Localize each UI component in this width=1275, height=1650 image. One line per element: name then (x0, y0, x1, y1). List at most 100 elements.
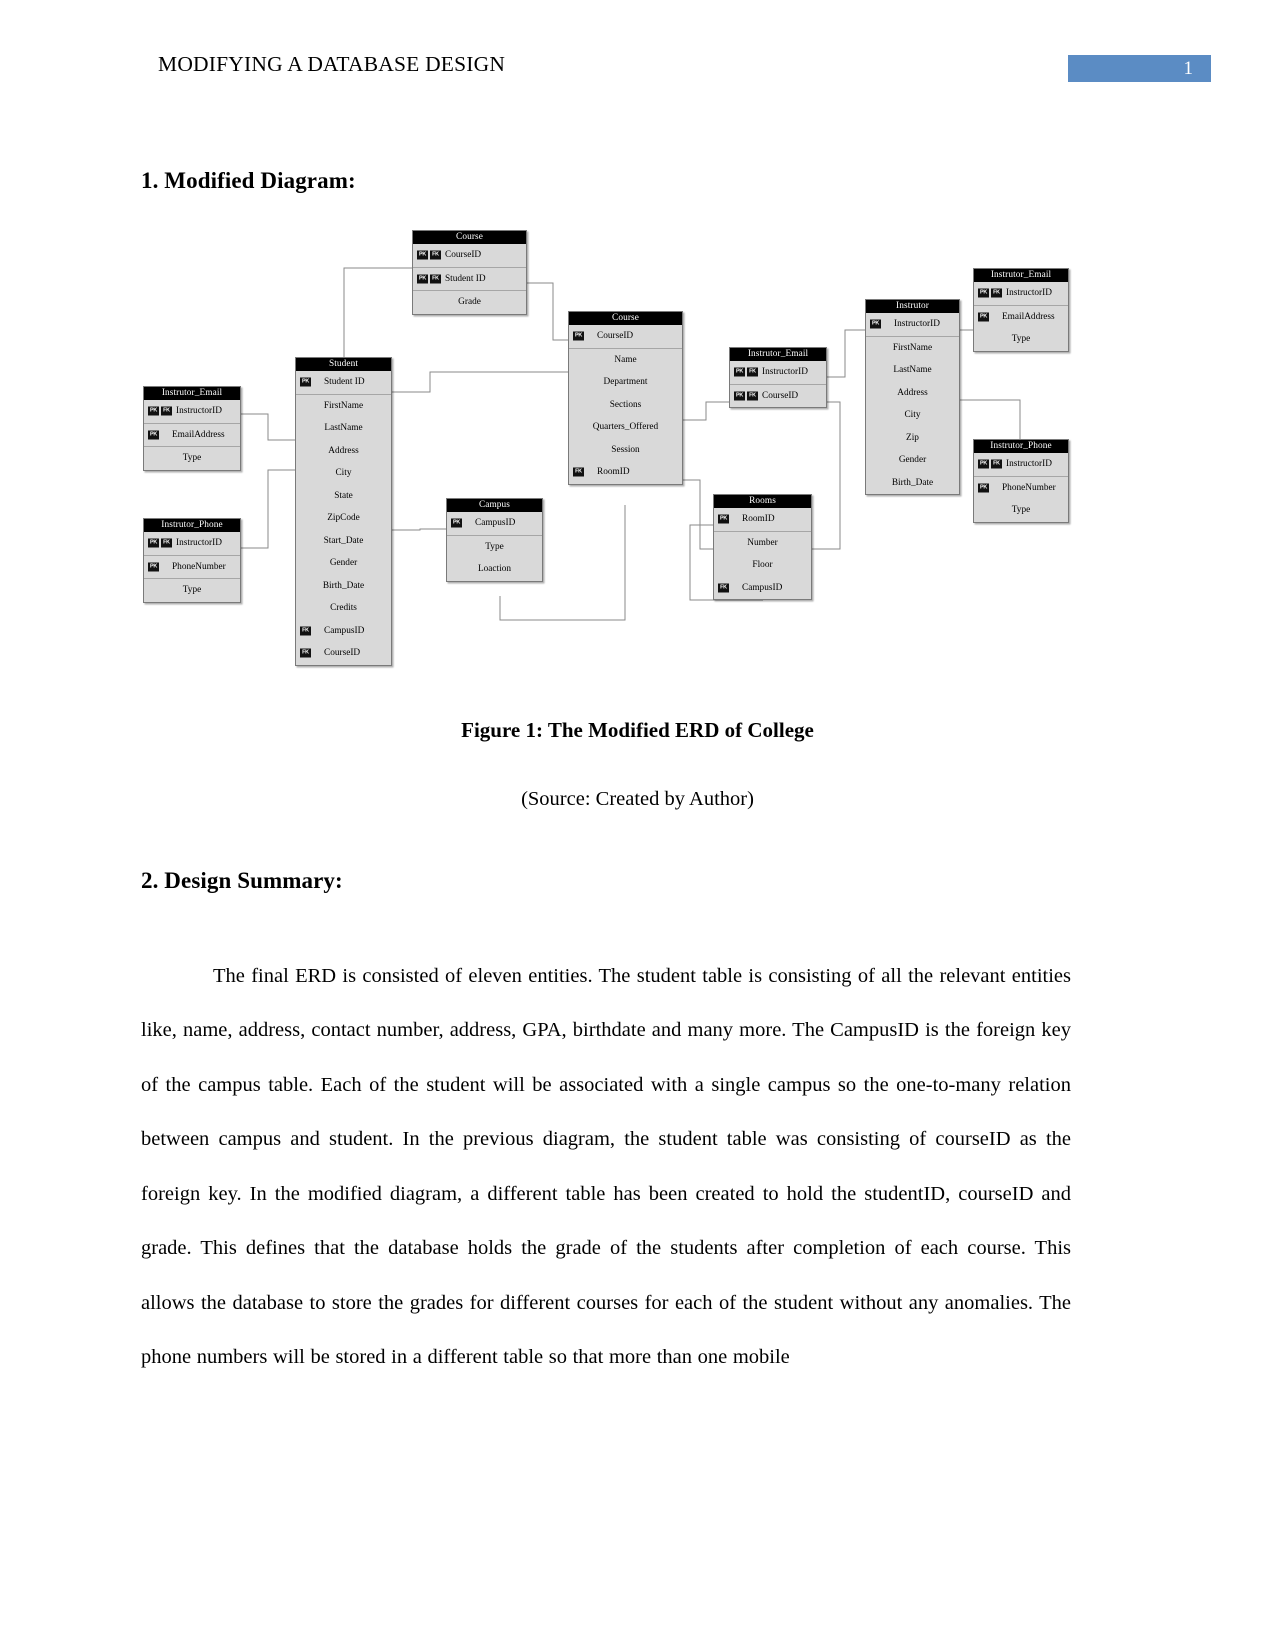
erd-attribute-row: Start_Date (296, 530, 391, 553)
erd-attribute-list: PK FK InstructorID PK FK CourseID (730, 361, 826, 407)
figure-caption: Figure 1: The Modified ERD of College (461, 718, 814, 742)
erd-attribute-label: Student ID (445, 273, 486, 284)
erd-attribute-row: FK RoomID (569, 461, 682, 484)
erd-attribute-label: Gender (329, 558, 358, 568)
erd-attribute-label: Quarters_Offered (592, 422, 659, 432)
erd-relationship-line (683, 479, 713, 550)
erd-entity-title: Campus (447, 499, 542, 512)
primary-key-icon: PK (148, 538, 159, 548)
erd-attribute-label: Session (611, 444, 640, 455)
erd-attribute-row: PK InstructorID (866, 313, 959, 337)
erd-attribute-list: PK FK InstructorID PK PhoneNumber Type (144, 532, 240, 602)
erd-attribute-row: Type (447, 536, 542, 559)
erd-entity-course: Course PK CourseID Name Department Sections Qu… (568, 311, 683, 485)
erd-entity-title: Course (413, 231, 526, 244)
erd-attribute-label: Birth_Date (322, 580, 365, 591)
erd-attribute-label: CampusID (475, 518, 516, 528)
erd-entity-rooms: Rooms PK RoomID Number Floor FK CampusID (713, 494, 812, 600)
erd-attribute-label: RoomID (742, 514, 775, 524)
erd-attribute-label: State (334, 490, 353, 501)
erd-attribute-row: FK CampusID (296, 620, 391, 643)
erd-entity-course-grade: Course PK FK CourseID PK FK Student ID Grade (412, 230, 527, 315)
erd-attribute-row: ZipCode (296, 507, 391, 530)
erd-attribute-row: Type (144, 447, 240, 470)
erd-attribute-list: PK InstructorID FirstName LastName Address Ci… (866, 313, 959, 494)
erd-attribute-label: CampusID (324, 625, 365, 636)
foreign-key-icon: FK (991, 288, 1002, 298)
erd-attribute-row: PK EmailAddress (974, 306, 1068, 329)
erd-attribute-row: Number (714, 532, 811, 555)
erd-attribute-row: Session (569, 439, 682, 462)
erd-attribute-row: PK FK Student ID (413, 268, 526, 291)
erd-attribute-label: CourseID (445, 250, 482, 260)
erd-attribute-row: PK PhoneNumber (974, 477, 1068, 500)
erd-attribute-row: Grade (413, 291, 526, 314)
erd-attribute-row: Type (144, 579, 240, 602)
erd-attribute-list: PK Student ID FirstName LastName Address City… (296, 371, 391, 665)
primary-key-icon: PK (734, 367, 745, 377)
erd-entity-title: Instrutor_Email (730, 348, 826, 361)
erd-attribute-label: Type (182, 453, 202, 463)
erd-attribute-row: LastName (296, 417, 391, 440)
erd-relationship-line (527, 282, 568, 341)
erd-attribute-label: EmailAddress (1002, 311, 1055, 322)
erd-attribute-label: InstructorID (176, 538, 222, 548)
erd-attribute-label: Number (747, 537, 778, 548)
erd-attribute-label: Loaction (477, 564, 512, 574)
erd-attribute-list: PK FK InstructorID PK EmailAddress Type (144, 400, 240, 470)
erd-attribute-label: Sections (609, 399, 642, 410)
primary-key-icon: PK (870, 319, 881, 329)
primary-key-icon: PK (978, 288, 989, 298)
erd-attribute-row: FirstName (296, 395, 391, 418)
primary-key-icon: PK (978, 312, 989, 322)
erd-attribute-label: City (335, 468, 352, 478)
erd-entity-instrutor-email-mid: Instrutor_Email PK FK InstructorID PK FK Cours… (729, 347, 827, 408)
foreign-key-icon: FK (747, 367, 758, 377)
erd-attribute-row: PK FK InstructorID (974, 282, 1068, 306)
erd-attribute-row: PK FK InstructorID (144, 400, 240, 424)
erd-relationship-line (392, 371, 568, 393)
erd-attribute-label: LastName (324, 423, 363, 433)
erd-attribute-label: CourseID (597, 331, 634, 341)
erd-entity-instrutor-email-left: Instrutor_Email PK FK InstructorID PK EmailAd… (143, 386, 241, 471)
erd-attribute-label: ZipCode (327, 513, 360, 523)
design-summary-paragraph: The final ERD is consisted of eleven ent… (141, 964, 1071, 1369)
erd-entity-instrutor: Instrutor PK InstructorID FirstName LastName… (865, 299, 960, 495)
erd-attribute-label: Department (603, 377, 648, 387)
erd-attribute-row: Birth_Date (296, 575, 391, 598)
erd-attribute-label: Student ID (324, 377, 365, 387)
erd-attribute-row: PK FK CourseID (730, 385, 826, 408)
erd-attribute-label: Type (485, 541, 504, 552)
erd-attribute-list: PK FK InstructorID PK PhoneNumber Type (974, 453, 1068, 522)
erd-attribute-label: CampusID (742, 582, 783, 593)
erd-attribute-label: Type (1011, 334, 1031, 344)
erd-attribute-row: Quarters_Offered (569, 416, 682, 439)
erd-attribute-row: Address (296, 440, 391, 463)
erd-attribute-label: Credits (330, 603, 357, 613)
erd-attribute-row: PK FK InstructorID (974, 453, 1068, 477)
erd-attribute-label: InstructorID (894, 319, 940, 329)
erd-relationship-line (960, 399, 1021, 439)
erd-attribute-row: PK FK InstructorID (730, 361, 826, 385)
foreign-key-icon: FK (430, 274, 441, 284)
erd-attribute-label: City (904, 410, 921, 420)
erd-attribute-row: Sections (569, 394, 682, 417)
erd-attribute-row: PK PhoneNumber (144, 556, 240, 579)
erd-entity-instrutor-phone-left: Instrutor_Phone PK FK InstructorID PK PhoneNu… (143, 518, 241, 603)
erd-entity-title: Instrutor_Email (144, 387, 240, 400)
foreign-key-icon: FK (300, 626, 311, 636)
erd-attribute-label: Type (1011, 505, 1031, 515)
erd-attribute-row: LastName (866, 359, 959, 382)
erd-attribute-label: Birth_Date (891, 477, 934, 488)
erd-attribute-row: PK Student ID (296, 371, 391, 395)
erd-attribute-row: Type (974, 328, 1068, 351)
erd-attribute-label: Address (328, 445, 359, 456)
erd-attribute-row: Department (569, 371, 682, 394)
erd-entity-instrutor-email-right: Instrutor_Email PK FK InstructorID PK EmailAd… (973, 268, 1069, 352)
erd-attribute-row: City (866, 404, 959, 427)
erd-attribute-row: Floor (714, 554, 811, 577)
primary-key-icon: PK (148, 562, 159, 572)
erd-attribute-label: InstructorID (176, 406, 222, 416)
primary-key-icon: PK (573, 331, 584, 341)
erd-attribute-row: Gender (866, 449, 959, 472)
